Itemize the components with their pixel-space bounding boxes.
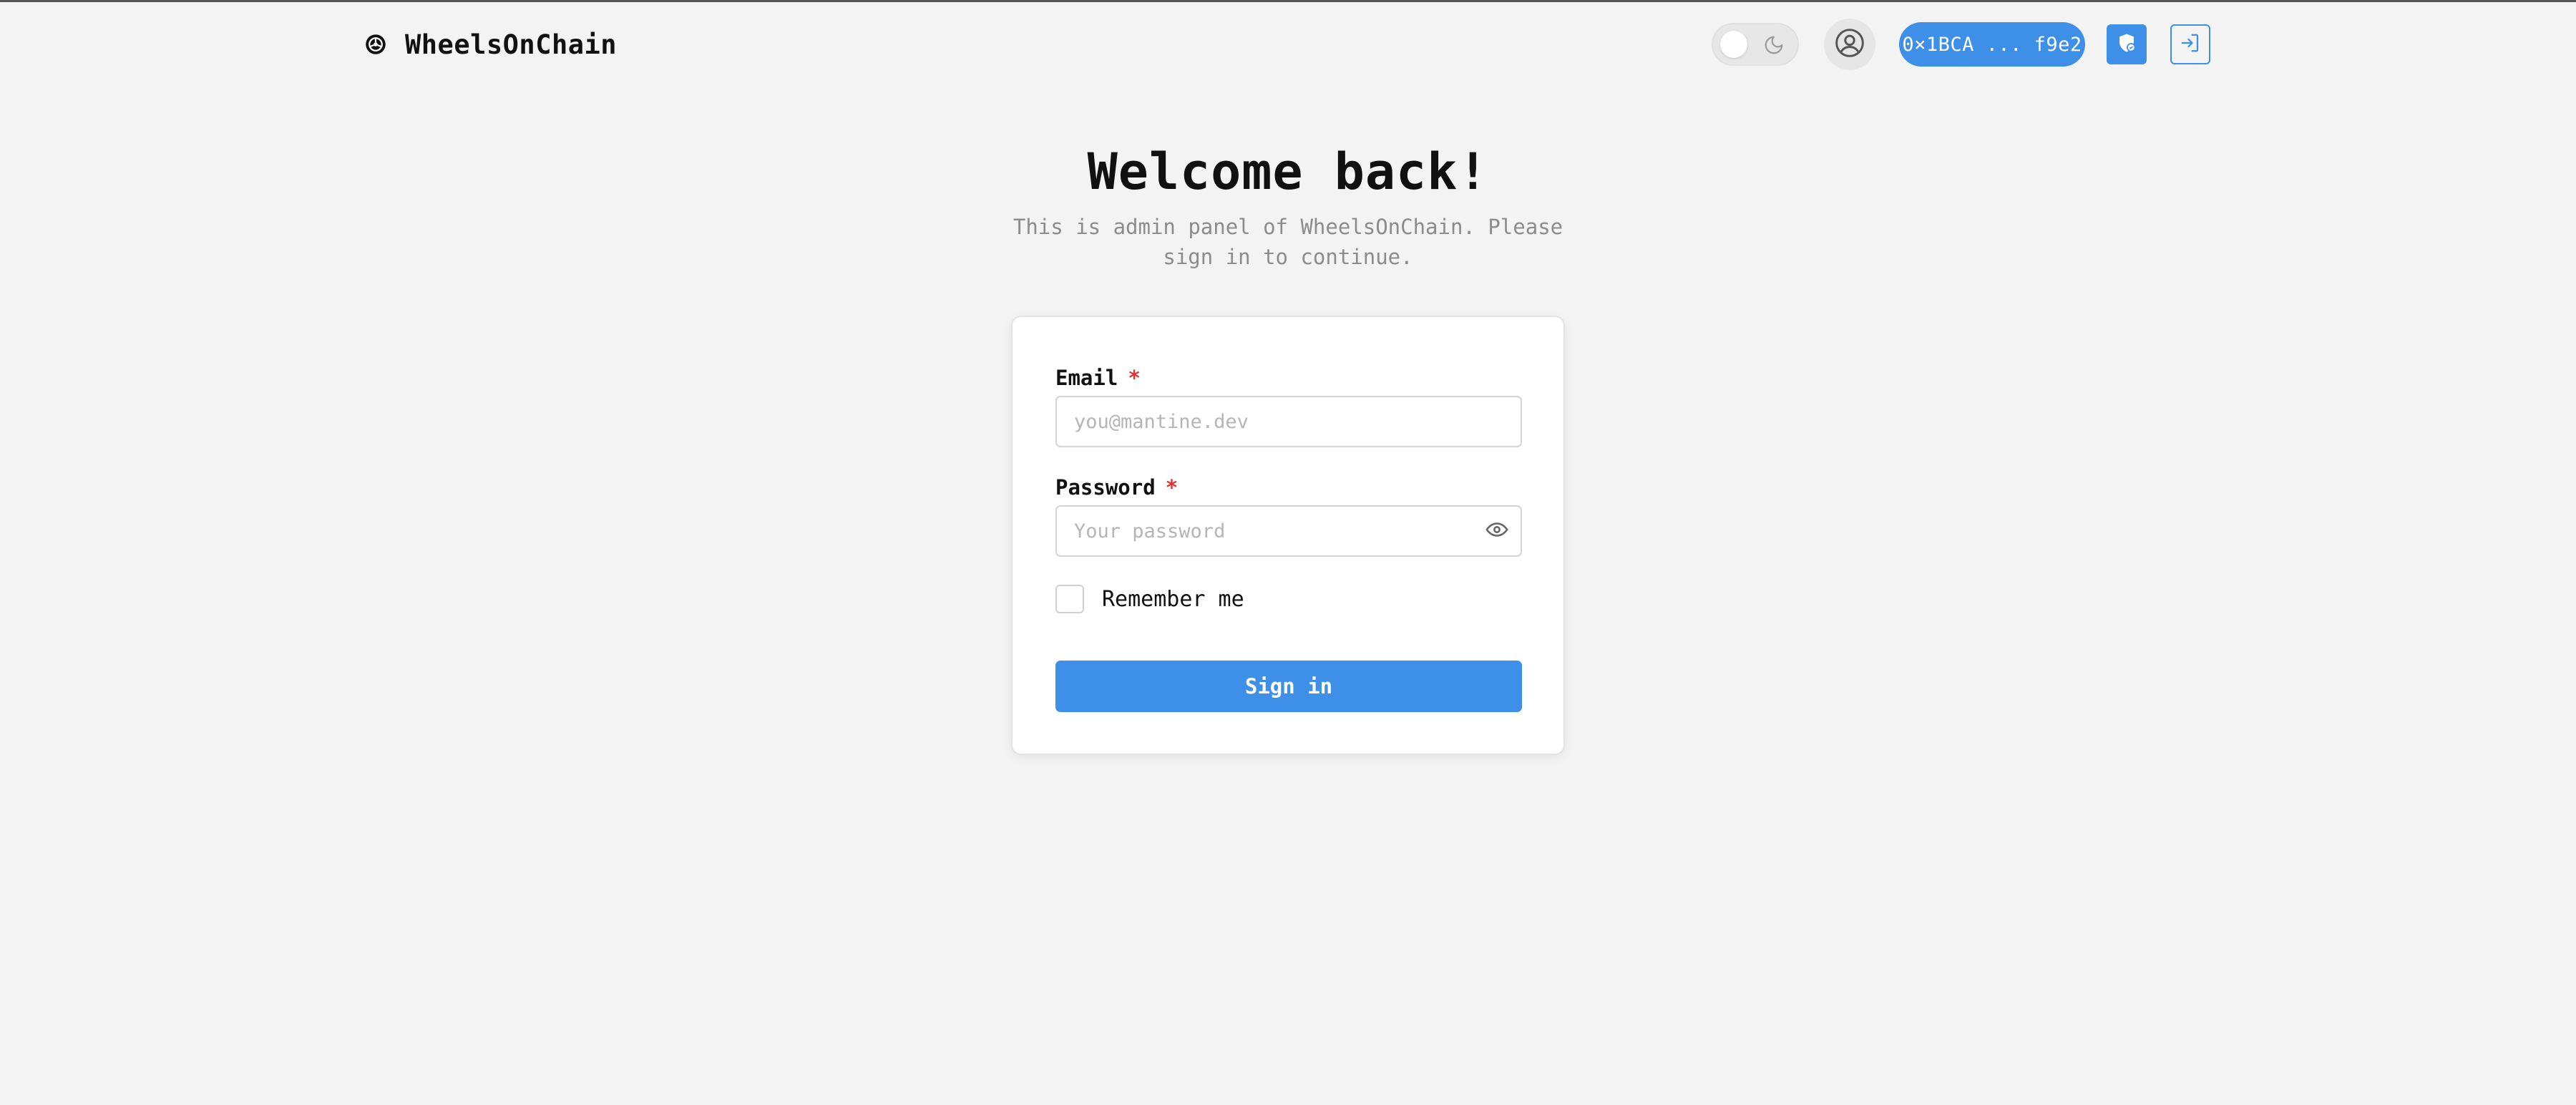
signin-card: Email * Password * Remember me Sign in [1011, 316, 1565, 755]
theme-toggle[interactable] [1712, 23, 1799, 66]
brand-name: WheelsOnChain [405, 29, 618, 60]
steering-wheel-icon [365, 34, 386, 55]
password-label-text: Password [1055, 475, 1156, 500]
user-menu-button[interactable] [1824, 19, 1875, 70]
email-field[interactable] [1055, 396, 1522, 447]
moon-icon [1763, 34, 1785, 56]
brand[interactable]: WheelsOnChain [365, 28, 617, 61]
required-mark: * [1165, 475, 1179, 500]
password-label: Password * [1055, 475, 1178, 500]
remember-me-checkbox[interactable] [1055, 585, 1084, 613]
login-icon [2180, 32, 2201, 57]
shield-check-icon [2116, 32, 2137, 57]
remember-me-label[interactable]: Remember me [1102, 585, 1244, 614]
login-button[interactable] [2170, 24, 2210, 64]
email-label-text: Email [1055, 366, 1118, 390]
email-label: Email * [1055, 366, 1141, 390]
required-mark: * [1128, 366, 1141, 390]
user-circle-icon [1834, 27, 1865, 62]
page-title: Welcome back! [1087, 142, 1489, 201]
top-bar: WheelsOnChain 0×1BCA ... f9e2 [0, 2, 2576, 87]
password-field[interactable] [1055, 505, 1522, 557]
toggle-knob [1720, 31, 1747, 58]
page-subtitle: This is admin panel of WheelsOnChain. Pl… [1013, 215, 1563, 269]
sign-in-button[interactable]: Sign in [1055, 661, 1522, 712]
wallet-address-button[interactable]: 0×1BCA ... f9e2 [1899, 22, 2085, 67]
admin-shield-button[interactable] [2107, 24, 2147, 64]
eye-icon[interactable] [1485, 517, 1509, 542]
